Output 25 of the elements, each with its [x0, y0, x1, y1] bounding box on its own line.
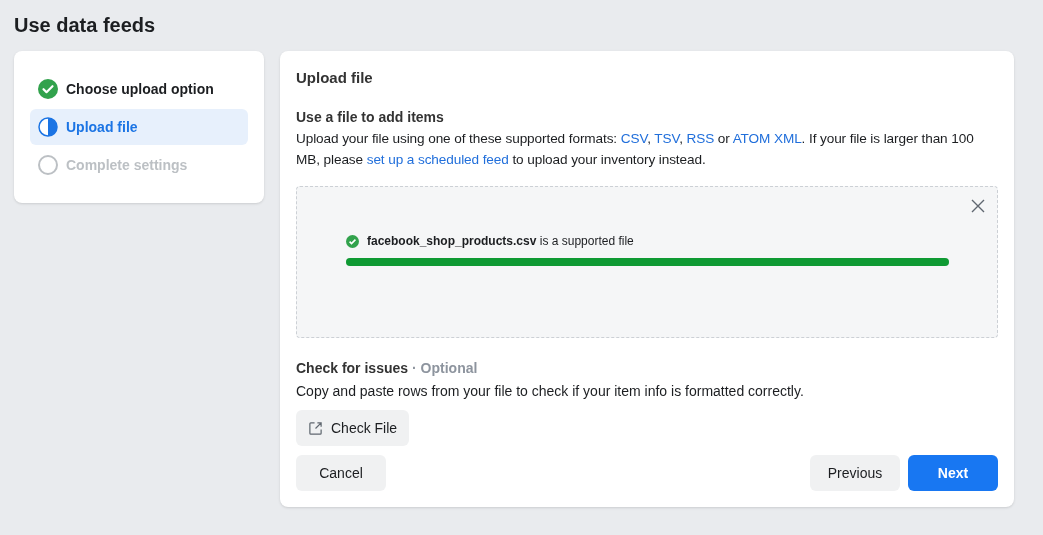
- empty-circle-icon: [38, 155, 58, 175]
- step-item[interactable]: Upload file: [30, 109, 248, 145]
- optional-label: · Optional: [412, 359, 478, 378]
- cancel-button[interactable]: Cancel: [296, 455, 386, 491]
- panel-title: Upload file: [296, 68, 374, 88]
- close-icon[interactable]: [971, 199, 985, 213]
- next-button[interactable]: Next: [908, 455, 998, 491]
- check-file-button[interactable]: Check File: [296, 410, 410, 446]
- format-link[interactable]: TSV: [654, 131, 680, 146]
- section-title: Use a file to add items: [296, 108, 445, 127]
- format-link[interactable]: CSV: [620, 131, 648, 146]
- format-link[interactable]: set up a scheduled feed: [366, 152, 509, 167]
- checkmark-icon: [38, 79, 58, 99]
- previous-button[interactable]: Previous: [810, 455, 900, 491]
- step-item[interactable]: Choose upload option: [30, 71, 248, 107]
- check-description: Copy and paste rows from your file to check if your item info is formatted correctly.: [296, 382, 805, 401]
- half-circle-icon: [38, 117, 58, 137]
- format-link[interactable]: RSS: [686, 131, 715, 146]
- external-link-icon: [308, 420, 323, 436]
- check-title: Check for issues: [296, 359, 409, 378]
- checkmark-icon: [346, 234, 359, 248]
- status-message: facebook_shop_products.csv is a supported file: [367, 233, 634, 250]
- description-text: Upload your file using one of these supported formats: CSV, TSV, RSS or ATOM XML. If your file is larger than 100 MB, please set up a scheduled feed to upload your inventory instead.: [296, 130, 975, 169]
- page-title: Use data feeds: [13, 13, 157, 38]
- format-link[interactable]: ATOM XML: [732, 131, 802, 146]
